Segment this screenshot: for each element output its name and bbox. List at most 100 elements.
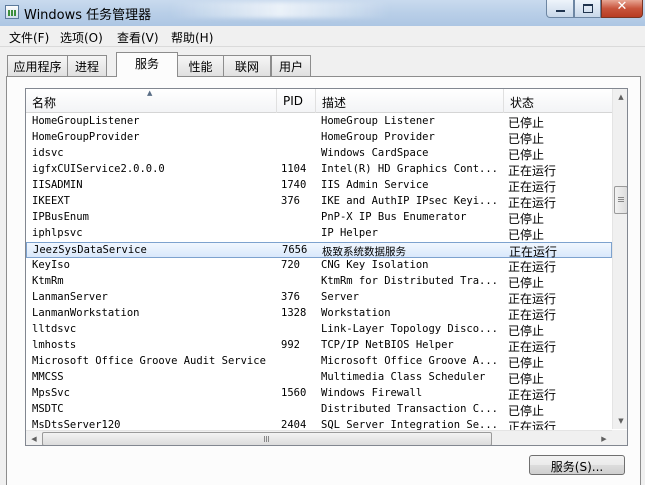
service-description-cell: IKE and AuthIP IPsec Keyi... [321, 195, 499, 207]
table-row[interactable]: igfxCUIService2.0.0.0 1104 Intel(R) HD Gra… [26, 162, 612, 178]
service-description-cell: Intel(R) HD Graphics Cont... [321, 163, 499, 175]
table-row[interactable]: MSDTC Distributed Transaction C... 已停止 [26, 402, 612, 418]
service-pid-cell: 1104 [281, 163, 307, 175]
service-name-cell: lltdsvc [32, 323, 77, 335]
maximize-button[interactable] [574, 0, 601, 18]
table-row[interactable]: IPBusEnum PnP-X IP Bus Enumerator 已停止 [26, 210, 612, 226]
service-name-cell: iphlpsvc [32, 227, 83, 239]
service-description-cell: Microsoft Office Groove A... [321, 355, 499, 367]
table-row[interactable]: idsvc Windows CardSpace 已停止 [26, 146, 612, 162]
table-row[interactable]: HomeGroupProvider HomeGroup Provider 已停止 [26, 130, 612, 146]
service-name-cell: Microsoft Office Groove Audit Service [32, 355, 266, 367]
service-pid-cell: 992 [281, 339, 300, 351]
list-header: 名称 ▲ PID 描述 状态 [26, 89, 612, 113]
service-name-cell: IKEEXT [32, 195, 70, 207]
services-list[interactable]: 名称 ▲ PID 描述 状态 HomeGroupListener HomeGrou… [25, 88, 628, 446]
services-button[interactable]: 服务(S)... [529, 455, 625, 475]
window-title: Windows 任务管理器 [24, 8, 152, 23]
thumb-grip-line [618, 197, 624, 198]
service-description-cell: HomeGroup Provider [321, 131, 435, 143]
table-row[interactable]: LanmanServer 376 Server 正在运行 [26, 290, 612, 306]
horizontal-scroll-thumb[interactable] [42, 432, 492, 445]
table-row[interactable]: lltdsvc Link-Layer Topology Disco... 已停止 [26, 322, 612, 338]
tab-services[interactable]: 服务 [116, 52, 178, 77]
menu-file[interactable]: 文件(F) [9, 29, 49, 46]
service-description-cell: IP Helper [321, 227, 378, 239]
table-row[interactable]: IKEEXT 376 IKE and AuthIP IPsec Keyi... 正在运… [26, 194, 612, 210]
service-name-cell: LanmanWorkstation [32, 307, 140, 319]
menu-options[interactable]: 选项(O) [60, 29, 103, 46]
column-pid-label: PID [283, 94, 304, 108]
scrollbar-corner [612, 430, 627, 445]
close-icon: ✕ [616, 0, 628, 14]
service-name-cell: IPBusEnum [32, 211, 89, 223]
service-status-cell: 已停止 [508, 212, 545, 226]
sort-up-icon: ▲ [147, 89, 153, 97]
column-header-pid[interactable]: PID [277, 89, 316, 113]
service-description-cell: Server [321, 291, 359, 303]
tab-applications[interactable]: 应用程序 [7, 55, 68, 76]
service-status-cell: 正在运行 [508, 164, 557, 178]
service-description-cell: Multimedia Class Scheduler [321, 371, 486, 383]
service-pid-cell: 376 [281, 291, 300, 303]
table-row-selected[interactable]: JeezSysDataService 7656 极致系统数据服务 正在运行 [26, 242, 612, 259]
service-name-cell: KtmRm [32, 275, 64, 287]
tab-users[interactable]: 用户 [271, 55, 311, 76]
minimize-icon [556, 10, 565, 12]
service-description-cell: PnP-X IP Bus Enumerator [321, 211, 467, 223]
service-status-cell: 已停止 [508, 148, 545, 162]
service-status-cell: 已停止 [508, 276, 545, 290]
service-status-cell: 已停止 [508, 228, 545, 242]
task-manager-icon [5, 5, 19, 19]
service-pid-cell: 720 [281, 259, 300, 271]
service-name-cell: MMCSS [32, 371, 64, 383]
table-row[interactable]: MpsSvc 1560 Windows Firewall 正在运行 [26, 386, 612, 402]
table-row[interactable]: IISADMIN 1740 IIS Admin Service 正在运行 [26, 178, 612, 194]
service-name-cell: igfxCUIService2.0.0.0 [32, 163, 165, 175]
service-description-cell: 极致系统数据服务 [322, 246, 406, 258]
service-status-cell: 正在运行 [508, 340, 557, 354]
service-name-cell: JeezSysDataService [33, 244, 147, 256]
service-pid-cell: 1560 [281, 387, 307, 399]
table-row[interactable]: Microsoft Office Groove Audit Service Mic… [26, 354, 612, 370]
title-bar[interactable]: Windows 任务管理器 ✕ [0, 0, 645, 26]
scroll-up-icon[interactable]: ▲ [613, 89, 627, 105]
service-name-cell: MpsSvc [32, 387, 70, 399]
service-description-cell: TCP/IP NetBIOS Helper [321, 339, 454, 351]
service-pid-cell: 7656 [282, 244, 308, 256]
service-name-cell: idsvc [32, 147, 64, 159]
menu-help[interactable]: 帮助(H) [171, 29, 213, 46]
service-status-cell: 正在运行 [508, 180, 557, 194]
service-description-cell: Workstation [321, 307, 391, 319]
table-row[interactable]: HomeGroupListener HomeGroup Listener 已停止 [26, 114, 612, 130]
close-button[interactable]: ✕ [601, 0, 643, 18]
column-header-description[interactable]: 描述 [316, 89, 504, 113]
service-name-cell: MSDTC [32, 403, 64, 415]
horizontal-scrollbar[interactable]: ◀ ▶ [26, 430, 612, 445]
tab-processes[interactable]: 进程 [67, 55, 107, 76]
tab-performance[interactable]: 性能 [177, 55, 224, 76]
table-row[interactable]: lmhosts 992 TCP/IP NetBIOS Helper 正在运行 [26, 338, 612, 354]
scroll-left-icon[interactable]: ◀ [26, 431, 42, 445]
scroll-down-icon[interactable]: ▼ [613, 413, 627, 429]
menu-view[interactable]: 查看(V) [117, 29, 159, 46]
menu-bar: 文件(F) 选项(O) 查看(V) 帮助(H) [0, 26, 645, 47]
table-row[interactable]: KeyIso 720 CNG Key Isolation 正在运行 [26, 258, 612, 274]
column-desc-label: 描述 [322, 96, 347, 110]
thumb-grip-line [618, 199, 624, 200]
tab-networking[interactable]: 联网 [223, 55, 271, 76]
vertical-scroll-thumb[interactable] [614, 186, 627, 214]
table-row[interactable]: KtmRm KtmRm for Distributed Tra... 已停止 [26, 274, 612, 290]
scroll-right-icon[interactable]: ▶ [596, 431, 612, 445]
table-row[interactable]: iphlpsvc IP Helper 已停止 [26, 226, 612, 242]
minimize-button[interactable] [546, 0, 574, 18]
service-name-cell: HomeGroupProvider [32, 131, 140, 143]
table-row[interactable]: MMCSS Multimedia Class Scheduler 已停止 [26, 370, 612, 386]
service-status-cell: 已停止 [508, 356, 545, 370]
service-status-cell: 正在运行 [508, 292, 557, 306]
service-status-cell: 已停止 [508, 372, 545, 386]
column-header-status[interactable]: 状态 [504, 89, 612, 113]
vertical-scrollbar[interactable]: ▲ ▼ [612, 89, 627, 429]
table-row[interactable]: LanmanWorkstation 1328 Workstation 正在运行 [26, 306, 612, 322]
thumb-grip-line [266, 436, 267, 442]
